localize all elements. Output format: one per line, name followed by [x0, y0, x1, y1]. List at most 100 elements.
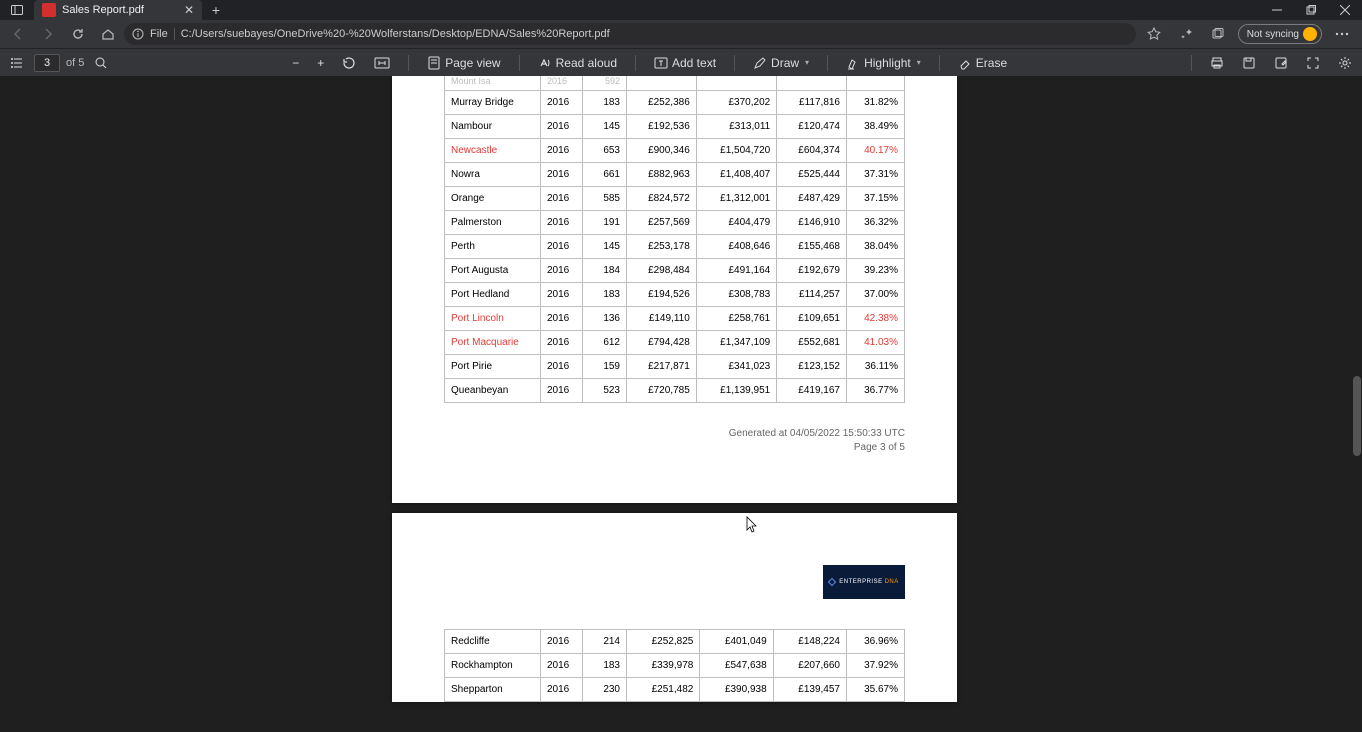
- window-close-button[interactable]: [1328, 0, 1362, 20]
- table-row: Perth 2016 145 £253,178 £408,646 £155,46…: [445, 235, 905, 259]
- draw-button[interactable]: Draw ▾: [749, 51, 813, 75]
- tab-actions-button[interactable]: [0, 0, 34, 20]
- chevron-down-icon: ▾: [917, 58, 921, 67]
- table-row: Port Lincoln 2016 136 £149,110 £258,761 …: [445, 307, 905, 331]
- table-row: Nambour 2016 145 £192,536 £313,011 £120,…: [445, 115, 905, 139]
- save-button[interactable]: [1238, 51, 1260, 75]
- logo-mark-icon: [828, 578, 836, 586]
- url-scheme-label: File: [150, 28, 175, 40]
- print-button[interactable]: [1206, 51, 1228, 75]
- pdf-settings-button[interactable]: [1334, 51, 1356, 75]
- enterprise-dna-logo: ENTERPRISE DNA: [823, 565, 905, 599]
- table-row: Palmerston 2016 191 £257,569 £404,479 £1…: [445, 211, 905, 235]
- more-horizontal-icon: [1334, 26, 1350, 42]
- table-row: Orange 2016 585 £824,572 £1,312,001 £487…: [445, 187, 905, 211]
- url-input[interactable]: File C:/Users/suebayes/OneDrive%20-%20Wo…: [124, 23, 1136, 45]
- tab-title: Sales Report.pdf: [62, 4, 178, 16]
- find-button[interactable]: [90, 51, 112, 75]
- fullscreen-icon: [1306, 56, 1320, 70]
- nav-home-button[interactable]: [94, 22, 122, 46]
- logo-text-b: DNA: [885, 579, 899, 585]
- settings-more-button[interactable]: [1330, 22, 1354, 46]
- new-tab-button[interactable]: +: [202, 0, 230, 20]
- read-mode-button[interactable]: [1174, 22, 1198, 46]
- page-number-input[interactable]: [34, 54, 60, 72]
- window-titlebar: Sales Report.pdf ✕ +: [0, 0, 1362, 20]
- pdf-page-3: Mount Isa 2016 592 Murray Bridge 2016 18…: [392, 76, 957, 503]
- erase-button[interactable]: Erase: [954, 51, 1011, 75]
- fullscreen-button[interactable]: [1302, 51, 1324, 75]
- table-row: Port Pirie 2016 159 £217,871 £341,023 £1…: [445, 355, 905, 379]
- read-aloud-icon: [538, 56, 552, 70]
- save-as-button[interactable]: [1270, 51, 1292, 75]
- table-row: Mount Isa 2016 592: [445, 76, 905, 91]
- page-view-button[interactable]: Page view: [423, 51, 504, 75]
- page-indicator: Page 3 of 5: [444, 441, 905, 455]
- page-count-label: of 5: [66, 57, 84, 69]
- table-row: Port Macquarie 2016 612 £794,428 £1,347,…: [445, 331, 905, 355]
- add-text-label: Add text: [672, 56, 716, 70]
- table-row: Murray Bridge 2016 183 £252,386 £370,202…: [445, 91, 905, 115]
- nav-forward-button[interactable]: [34, 22, 62, 46]
- rotate-button[interactable]: [338, 51, 360, 75]
- pdf-favicon-icon: [42, 3, 56, 17]
- sparkle-icon: [1179, 27, 1193, 41]
- page-view-icon: [427, 56, 441, 70]
- home-icon: [101, 27, 115, 41]
- sales-table-page3: Mount Isa 2016 592 Murray Bridge 2016 18…: [444, 76, 905, 403]
- panel-icon: [11, 4, 23, 16]
- search-icon: [94, 56, 108, 70]
- refresh-icon: [71, 27, 85, 41]
- table-row: Redcliffe 2016 214 £252,825 £401,049 £14…: [445, 630, 905, 654]
- table-row: Port Augusta 2016 184 £298,484 £491,164 …: [445, 259, 905, 283]
- window-minimize-button[interactable]: [1260, 0, 1294, 20]
- add-text-button[interactable]: Add text: [650, 51, 720, 75]
- contents-button[interactable]: [6, 51, 28, 75]
- fit-page-button[interactable]: [370, 51, 394, 75]
- erase-icon: [958, 56, 972, 70]
- page-view-label: Page view: [445, 56, 500, 70]
- collections-icon: [1211, 27, 1225, 41]
- zoom-out-button[interactable]: −: [288, 51, 303, 75]
- pdf-page-4: ENTERPRISE DNA Redcliffe 2016 214 £252,8…: [392, 513, 957, 702]
- logo-text-a: ENTERPRISE: [839, 579, 882, 585]
- table-row: Port Hedland 2016 183 £194,526 £308,783 …: [445, 283, 905, 307]
- read-aloud-button[interactable]: Read aloud: [534, 51, 621, 75]
- arrow-left-icon: [11, 27, 25, 41]
- zoom-in-button[interactable]: +: [313, 51, 328, 75]
- url-path: C:/Users/suebayes/OneDrive%20-%20Wolfers…: [181, 28, 610, 40]
- profile-avatar-icon: [1303, 27, 1317, 41]
- scrollbar-thumb[interactable]: [1353, 376, 1361, 456]
- sync-status-label: Not syncing: [1247, 29, 1299, 40]
- list-icon: [10, 56, 24, 70]
- draw-label: Draw: [771, 56, 799, 70]
- nav-refresh-button[interactable]: [64, 22, 92, 46]
- sales-table-page4: Redcliffe 2016 214 £252,825 £401,049 £14…: [444, 629, 905, 702]
- pdf-toolbar: of 5 − + Page view Read aloud Add text: [0, 48, 1362, 76]
- table-row: Shepparton 2016 230 £251,482 £390,938 £1…: [445, 678, 905, 702]
- erase-label: Erase: [976, 56, 1007, 70]
- gear-icon: [1338, 56, 1352, 70]
- tab-close-button[interactable]: ✕: [184, 3, 194, 17]
- collections-button[interactable]: [1206, 22, 1230, 46]
- pdf-viewport[interactable]: Mount Isa 2016 592 Murray Bridge 2016 18…: [0, 76, 1362, 732]
- save-icon: [1242, 56, 1256, 70]
- profile-sync-button[interactable]: Not syncing: [1238, 24, 1322, 44]
- arrow-right-icon: [41, 27, 55, 41]
- address-bar: File C:/Users/suebayes/OneDrive%20-%20Wo…: [0, 20, 1362, 48]
- print-icon: [1210, 56, 1224, 70]
- text-box-icon: [654, 56, 668, 70]
- window-restore-button[interactable]: [1294, 0, 1328, 20]
- rotate-icon: [342, 56, 356, 70]
- browser-tab[interactable]: Sales Report.pdf ✕: [34, 0, 202, 20]
- highlight-button[interactable]: Highlight ▾: [842, 51, 925, 75]
- chevron-down-icon: ▾: [805, 58, 809, 67]
- favorites-button[interactable]: [1142, 22, 1166, 46]
- read-aloud-label: Read aloud: [556, 56, 617, 70]
- star-outline-icon: [1147, 27, 1161, 41]
- table-row: Queanbeyan 2016 523 £720,785 £1,139,951 …: [445, 379, 905, 403]
- save-edit-icon: [1274, 56, 1288, 70]
- table-row: Newcastle 2016 653 £900,346 £1,504,720 £…: [445, 139, 905, 163]
- nav-back-button[interactable]: [4, 22, 32, 46]
- table-row: Rockhampton 2016 183 £339,978 £547,638 £…: [445, 654, 905, 678]
